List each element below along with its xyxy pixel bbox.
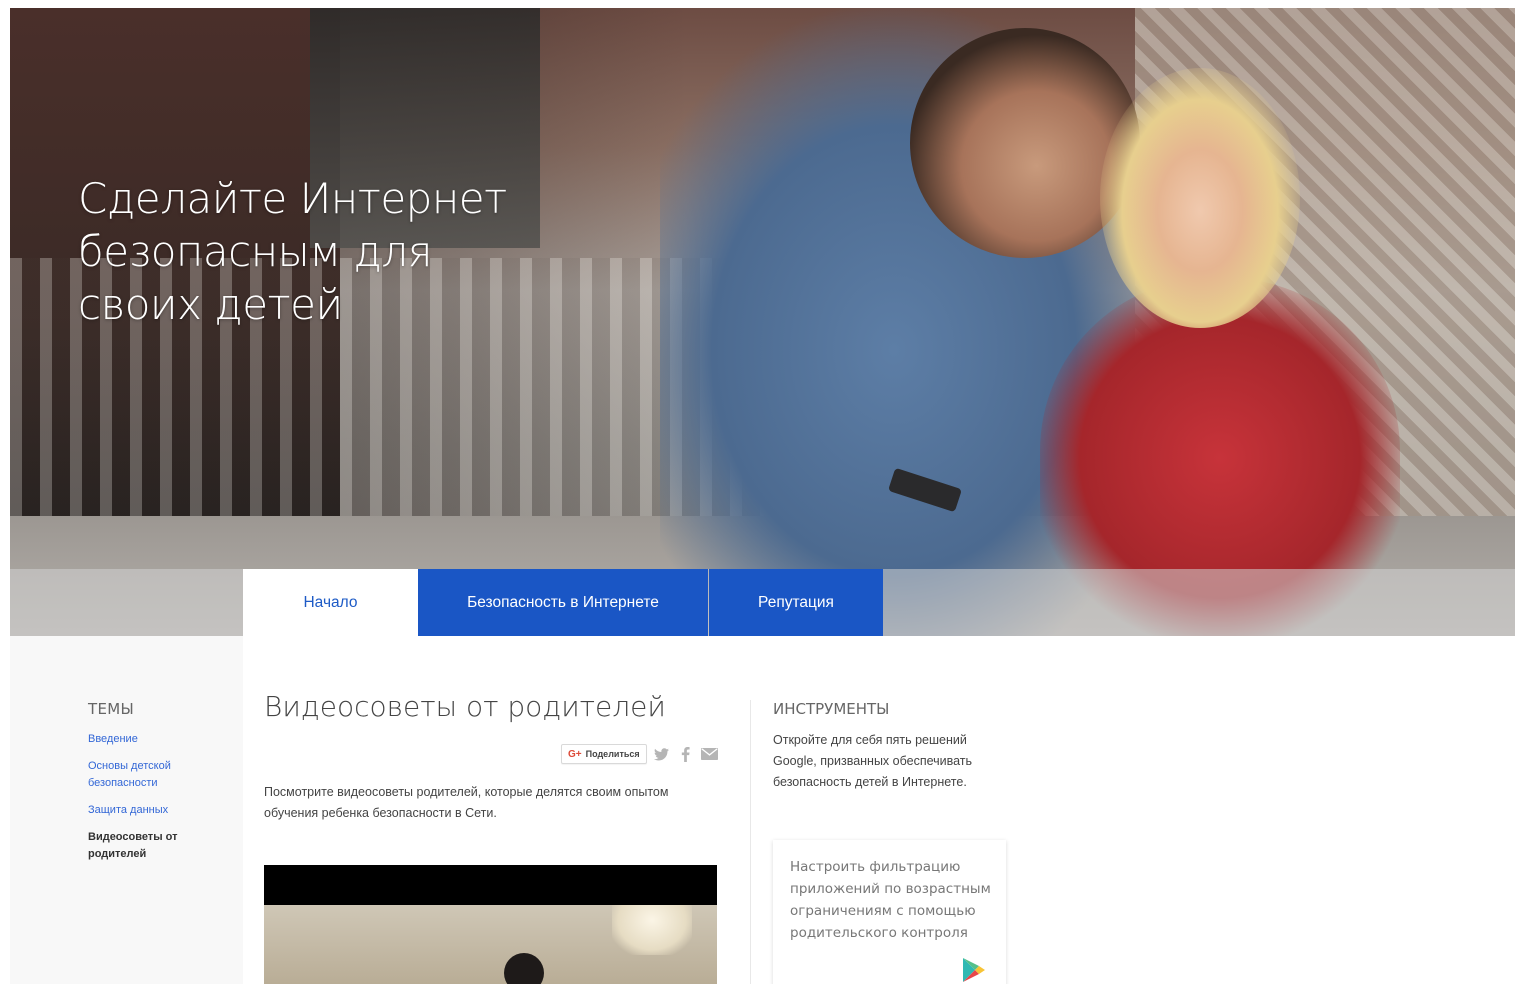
facebook-icon[interactable] (677, 745, 695, 763)
gplus-share-label: Поделиться (585, 749, 640, 759)
tab-label: Репутация (758, 593, 834, 611)
gplus-share-button[interactable]: G+ Поделиться (561, 744, 647, 764)
twitter-icon[interactable] (653, 745, 671, 763)
hero-title-line: безопасным для (78, 227, 433, 276)
column-divider (750, 700, 751, 984)
video-player[interactable] (264, 865, 717, 984)
tools-heading: ИНСТРУМЕНТЫ (773, 700, 890, 718)
sidebar-item-intro[interactable]: Введение (88, 731, 228, 748)
sidebar-item-data-protection[interactable]: Защита данных (88, 802, 228, 819)
google-play-icon (959, 956, 987, 984)
sidebar-list: Введение Основы детской безопасности Защ… (88, 731, 228, 873)
tab-internet-safety[interactable]: Безопасность в Интернете (418, 569, 708, 636)
page-title: Видеосоветы от родителей (264, 690, 666, 723)
tab-home[interactable]: Начало (243, 569, 418, 636)
tool-card-parental-controls[interactable]: Настроить фильтрацию приложений по возра… (773, 840, 1006, 984)
tab-reputation[interactable]: Репутация (709, 569, 883, 636)
page: Сделайте Интернет безопасным для своих д… (0, 0, 1515, 984)
share-bar: G+ Поделиться (561, 744, 719, 764)
tool-card-text: Настроить фильтрацию приложений по возра… (790, 859, 991, 941)
hero-title-line: Сделайте Интернет (78, 174, 507, 223)
email-icon[interactable] (701, 745, 719, 763)
tab-label: Начало (303, 593, 358, 611)
hero-title: Сделайте Интернет безопасным для своих д… (78, 172, 538, 331)
tools-description: Откройте для себя пять решений Google, п… (773, 733, 973, 789)
sidebar-heading: ТЕМЫ (88, 700, 135, 718)
tab-label: Безопасность в Интернете (467, 593, 659, 611)
sidebar-item-parent-video-tips[interactable]: Видеосоветы от родителей (88, 829, 228, 863)
sidebar-item-child-safety-basics[interactable]: Основы детской безопасности (88, 758, 228, 792)
hero-title-line: своих детей (78, 280, 343, 329)
google-plus-icon: G+ (568, 748, 582, 760)
intro-text: Посмотрите видеосоветы родителей, которы… (264, 785, 669, 820)
